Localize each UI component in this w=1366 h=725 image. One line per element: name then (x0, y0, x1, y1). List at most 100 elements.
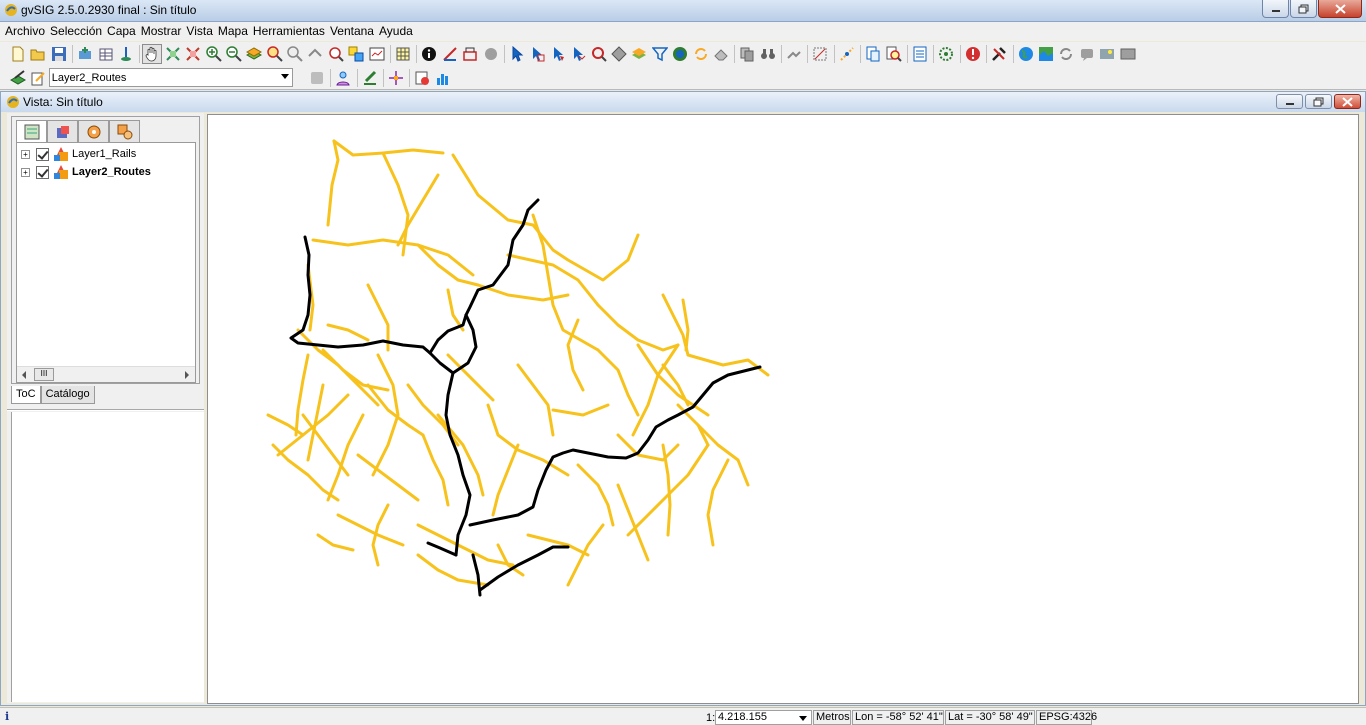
pan-button[interactable] (142, 44, 163, 64)
horizontal-scrollbar[interactable]: III (17, 366, 195, 382)
zoom-in-button[interactable] (204, 44, 224, 64)
stack-icon (632, 48, 647, 59)
zoom-extent-button[interactable] (183, 44, 203, 64)
report-button[interactable] (910, 44, 930, 64)
view-close-button[interactable] (1334, 94, 1361, 109)
graticule-button[interactable] (810, 44, 830, 64)
toc-tab-shapes[interactable] (109, 120, 140, 142)
error-log-button[interactable] (963, 44, 983, 64)
select-rect-button[interactable] (527, 44, 547, 64)
locate-button[interactable] (116, 44, 136, 64)
edit-layer-button[interactable] (8, 68, 28, 88)
comment-button[interactable] (1077, 44, 1097, 64)
toc-tab-layers[interactable] (16, 120, 47, 143)
menu-ayuda[interactable]: Ayuda (377, 22, 416, 41)
expand-icon[interactable]: + (21, 149, 30, 159)
picture-button[interactable] (1097, 44, 1117, 64)
find-button[interactable] (758, 44, 778, 64)
settings-button[interactable] (936, 44, 956, 64)
raster-button[interactable] (1036, 44, 1056, 64)
frame-manager-button[interactable] (346, 44, 366, 64)
scroll-right-icon[interactable] (185, 371, 189, 379)
menu-mapa[interactable]: Mapa (216, 22, 251, 41)
new-project-button[interactable] (8, 44, 28, 64)
maximize-button[interactable] (1290, 0, 1317, 18)
screen-button[interactable] (1118, 44, 1138, 64)
point-button[interactable] (386, 68, 406, 88)
expand-icon[interactable]: + (21, 167, 30, 177)
geoprocess-button[interactable] (670, 44, 690, 64)
tools-button[interactable] (989, 44, 1009, 64)
layer-properties-button[interactable] (28, 68, 48, 88)
select-circle-button[interactable] (589, 44, 609, 64)
copy-button[interactable] (737, 44, 757, 64)
zoom-prev-button[interactable] (285, 44, 305, 64)
scale-select[interactable]: 4.218.155 (715, 710, 812, 725)
save-project-button[interactable] (49, 44, 69, 64)
table-view-button[interactable] (393, 44, 413, 64)
select-polygon-button[interactable] (548, 44, 568, 64)
scroll-left-icon[interactable] (22, 371, 26, 379)
layer-visibility-checkbox[interactable] (36, 147, 49, 161)
map-canvas[interactable] (207, 114, 1359, 704)
layer-row-rails[interactable]: + Layer1_Rails (21, 146, 136, 162)
menu-ventana[interactable]: Ventana (328, 22, 377, 41)
toc-tab-symbology[interactable] (78, 120, 109, 142)
export-button[interactable] (863, 44, 883, 64)
add-table-button[interactable] (96, 44, 116, 64)
filter-button[interactable] (650, 44, 670, 64)
view-minimize-button[interactable] (1276, 94, 1303, 109)
minimize-button[interactable] (1262, 0, 1289, 18)
user-button[interactable] (333, 68, 353, 88)
search-button[interactable] (884, 44, 904, 64)
diamond-icon (611, 46, 627, 62)
menu-archivo[interactable]: Archivo (3, 22, 48, 41)
rail-line (476, 283, 570, 302)
menu-vista[interactable]: Vista (184, 22, 215, 41)
add-layer-button[interactable] (75, 44, 95, 64)
invert-selection-button[interactable] (691, 44, 711, 64)
measure-button[interactable] (440, 44, 460, 64)
active-layer-select[interactable]: Layer2_Routes (48, 68, 293, 87)
hyperlink-button[interactable] (481, 44, 501, 64)
draw-button[interactable] (360, 68, 380, 88)
calendar-button[interactable] (412, 68, 432, 88)
view-maximize-button[interactable] (1305, 94, 1332, 109)
select-button[interactable] (507, 44, 527, 64)
zoom-window-button[interactable] (326, 44, 346, 64)
chart-button[interactable] (433, 68, 453, 88)
panel-splitter[interactable] (7, 409, 204, 411)
select-by-layer-button[interactable] (629, 44, 649, 64)
area-button[interactable] (460, 44, 480, 64)
menu-herramientas[interactable]: Herramientas (251, 22, 328, 41)
zoom-full-button[interactable] (163, 44, 183, 64)
select-polyline-button[interactable] (568, 44, 588, 64)
undo-button[interactable] (307, 68, 327, 88)
select-buffer-button[interactable] (609, 44, 629, 64)
close-window-button[interactable] (1318, 0, 1362, 18)
zoom-select-button[interactable] (265, 44, 285, 64)
active-layer-value: Layer2_Routes (51, 71, 127, 84)
zoom-out-button[interactable] (224, 44, 244, 64)
scroll-thumb[interactable]: III (34, 368, 54, 381)
rail-line (316, 533, 355, 552)
clear-selection-button[interactable] (711, 44, 731, 64)
vertex-button[interactable] (837, 44, 857, 64)
menu-capa[interactable]: Capa (105, 22, 139, 41)
menu-seleccion[interactable]: Selección (48, 22, 105, 41)
tab-toc[interactable]: ToC (11, 386, 41, 404)
world-button[interactable] (1016, 44, 1036, 64)
undo-icon (310, 71, 323, 84)
toc-tab-database[interactable] (47, 120, 78, 142)
open-project-button[interactable] (28, 44, 48, 64)
zoom-layer-button[interactable] (244, 44, 264, 64)
tab-catalogo[interactable]: Catálogo (40, 386, 95, 404)
menu-mostrar[interactable]: Mostrar (139, 22, 185, 41)
layer-visibility-checkbox[interactable] (36, 165, 49, 179)
zoom-next-button[interactable] (305, 44, 325, 64)
snapping-button[interactable] (784, 44, 804, 64)
layer-row-routes[interactable]: + Layer2_Routes (21, 164, 151, 180)
refresh-button[interactable] (1056, 44, 1076, 64)
info-button[interactable] (419, 44, 439, 64)
locator-map-button[interactable] (367, 44, 387, 64)
